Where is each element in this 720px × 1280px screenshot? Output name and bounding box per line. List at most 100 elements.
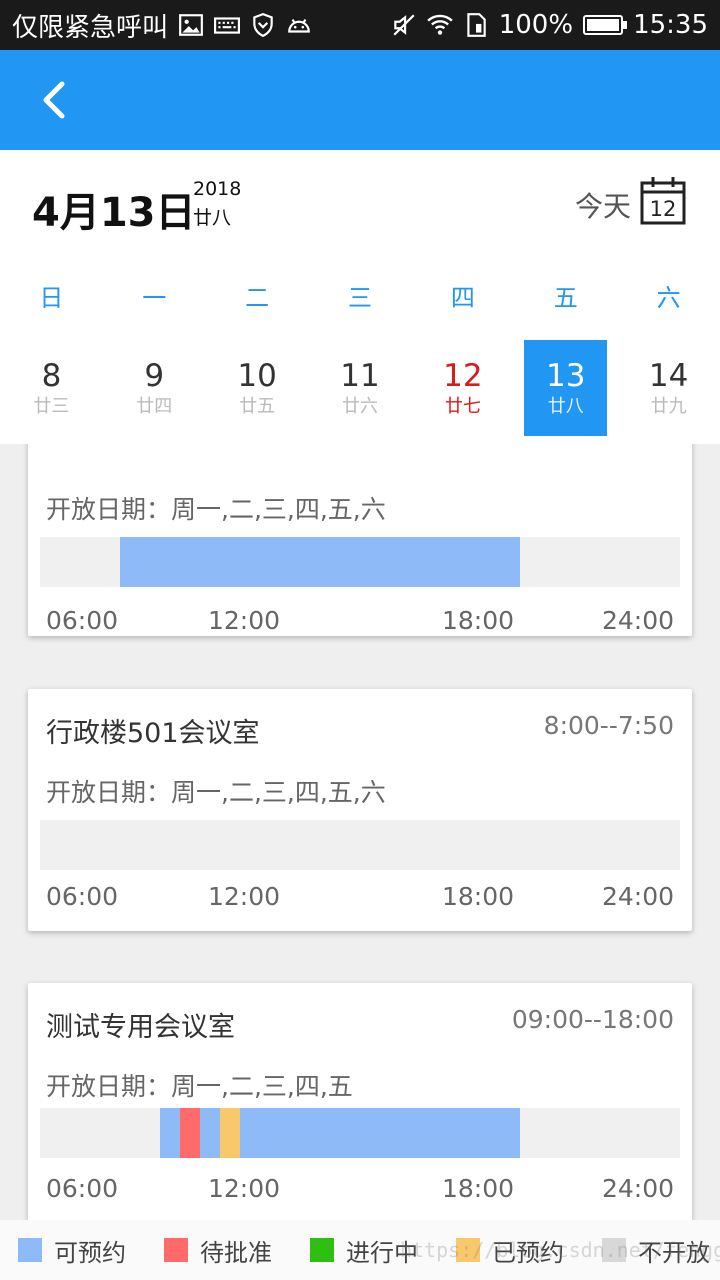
- day-number: 11: [340, 358, 380, 394]
- legend-label: 待批准: [200, 1238, 272, 1267]
- day-lunar: 廿七: [444, 396, 481, 417]
- calendar-day[interactable]: 14 廿九: [617, 340, 720, 436]
- timeline-tick-label: 06:00: [46, 606, 119, 635]
- legend-item-closed: 不开放: [602, 1233, 710, 1268]
- legend-label: 已预约: [492, 1238, 564, 1267]
- svg-text:12: 12: [650, 197, 677, 221]
- chevron-left-icon: [43, 81, 65, 119]
- weekday-label: 一: [142, 284, 167, 312]
- legend-label: 进行中: [346, 1238, 418, 1267]
- timeline-segment-available[interactable]: [200, 1108, 220, 1158]
- wifi-icon: [426, 12, 453, 38]
- room-title: 测试专用会议室: [46, 1012, 235, 1043]
- weekday-label: 四: [450, 284, 475, 312]
- day-lunar: 廿六: [342, 396, 378, 417]
- battery-icon: [583, 15, 628, 35]
- legend-swatch: [18, 1238, 42, 1262]
- timeline-tick-label: 12:00: [208, 1174, 281, 1203]
- timeline-tick-label: 18:00: [442, 1174, 515, 1203]
- carrier-text: 仅限紧急呼叫: [12, 12, 169, 43]
- selected-date: 4月13日: [32, 190, 196, 236]
- selected-year: 2018: [193, 178, 242, 200]
- legend-label: 可预约: [54, 1238, 126, 1267]
- calendar-day[interactable]: 11 廿六: [309, 340, 412, 436]
- day-number: 12: [443, 358, 483, 394]
- room-card[interactable]: 行政楼501会议室 8:00--7:50 开放日期：周一,二,三,四,五,六 0…: [28, 689, 692, 931]
- legend-swatch: [310, 1238, 334, 1262]
- timeline-segment-booked[interactable]: [220, 1108, 240, 1158]
- mute-icon: [391, 12, 417, 38]
- clock-text: 15:35: [633, 10, 708, 40]
- app-bar: [0, 50, 720, 150]
- weekday-label: 五: [553, 284, 578, 312]
- day-number: 8: [41, 358, 62, 394]
- keyboard-icon: [214, 12, 241, 38]
- battery-text: 100%: [498, 10, 574, 40]
- back-button[interactable]: [28, 74, 80, 126]
- room-hours: 09:00--18:00: [511, 1005, 674, 1034]
- status-bar: 仅限紧急呼叫 100% 15:35: [0, 0, 720, 50]
- room-timeline: [40, 537, 680, 587]
- room-timeline: [40, 820, 680, 870]
- image-icon: [178, 12, 204, 38]
- weekday-label: 三: [348, 284, 372, 312]
- timeline-tick-label: 24:00: [602, 882, 675, 911]
- room-open-days: 开放日期：周一,二,三,四,五,六: [46, 495, 386, 524]
- legend-item-available: 可预约: [18, 1233, 126, 1268]
- timeline-segment-pending[interactable]: [180, 1108, 200, 1158]
- timeline-tick-label: 24:00: [602, 1174, 675, 1203]
- room-hours: 8:00--7:50: [543, 711, 674, 740]
- calendar-day[interactable]: 8 廿三: [0, 340, 103, 436]
- day-number: 9: [144, 358, 165, 394]
- timeline-ticks: 06:00 12:00 18:00 24:00: [46, 1174, 674, 1204]
- timeline-tick-label: 18:00: [442, 882, 515, 911]
- day-number: 14: [648, 358, 689, 394]
- room-open-days: 开放日期：周一,二,三,四,五,六: [46, 778, 386, 807]
- shield-icon: [250, 12, 276, 38]
- room-card[interactable]: 测试专用会议室 09:00--18:00 开放日期：周一,二,三,四,五 06:…: [28, 983, 692, 1223]
- day-lunar: 廿四: [136, 396, 173, 417]
- day-number: 13: [546, 358, 586, 394]
- timeline-tick-label: 06:00: [46, 882, 119, 911]
- legend-item-in_progress: 进行中: [310, 1233, 418, 1268]
- day-lunar: 廿五: [239, 396, 276, 417]
- timeline-tick-label: 24:00: [602, 606, 675, 635]
- day-row: 8 廿三 9 廿四 10 廿五 11 廿六 12 廿七 13 廿八 14 廿九: [0, 340, 720, 436]
- timeline-tick-label: 18:00: [442, 606, 515, 635]
- weekday-header: 日 一 二 三 四 五 六: [0, 278, 720, 312]
- selected-lunar-date: 廿八: [193, 207, 232, 229]
- day-lunar: 廿九: [650, 396, 687, 417]
- timeline-ticks: 06:00 12:00 18:00 24:00: [46, 882, 674, 912]
- timeline-tick-label: 12:00: [208, 606, 281, 635]
- calendar-day[interactable]: 12 廿七: [411, 340, 514, 436]
- week-calendar: 4月13日 2018 廿八 今天 12 日 一 二 三 四 五 六 8 廿三 9 廿四…: [0, 150, 720, 444]
- today-button-label[interactable]: 今天: [575, 185, 631, 225]
- weekday-label: 六: [656, 284, 681, 312]
- day-lunar: 廿三: [33, 396, 70, 417]
- weekday-label: 日: [39, 284, 64, 312]
- room-open-days: 开放日期：周一,二,三,四,五: [46, 1072, 353, 1101]
- weekday-label: 二: [245, 284, 270, 312]
- status-legend: 可预约 待批准 进行中 已预约 不开放: [0, 1220, 720, 1280]
- day-number: 10: [237, 358, 277, 394]
- room-title: 行政楼501会议室: [46, 718, 260, 749]
- timeline-segment-available[interactable]: [160, 1108, 180, 1158]
- timeline-tick-label: 12:00: [208, 882, 281, 911]
- legend-swatch: [456, 1238, 480, 1262]
- timeline-segment-available[interactable]: [240, 1108, 520, 1158]
- calendar-icon[interactable]: 12: [640, 175, 686, 225]
- legend-swatch: [602, 1238, 626, 1262]
- calendar-day[interactable]: 9 廿四: [103, 340, 206, 436]
- day-lunar: 廿八: [547, 396, 584, 417]
- timeline-ticks: 06:00 12:00 18:00 24:00: [46, 606, 674, 636]
- calendar-day[interactable]: 13 廿八: [514, 340, 617, 436]
- legend-label: 不开放: [638, 1238, 710, 1267]
- timeline-segment-available[interactable]: [120, 537, 520, 587]
- legend-item-booked: 已预约: [456, 1233, 564, 1268]
- sim-icon: [463, 12, 489, 38]
- room-timeline: [40, 1108, 680, 1158]
- legend-item-pending: 待批准: [164, 1233, 272, 1268]
- legend-swatch: [164, 1238, 188, 1262]
- android-icon: [286, 12, 312, 38]
- calendar-day[interactable]: 10 廿五: [206, 340, 309, 436]
